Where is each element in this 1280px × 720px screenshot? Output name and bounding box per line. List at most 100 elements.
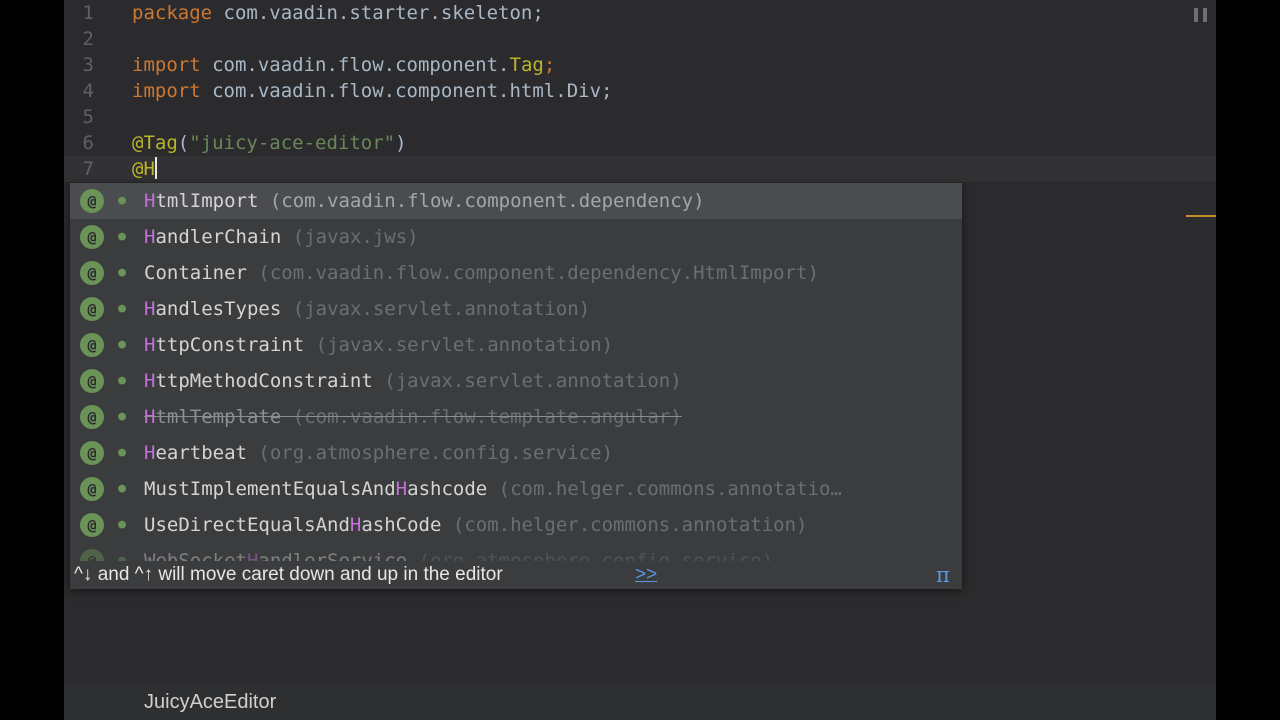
completion-item[interactable]: @ ● MustImplementEqualsAndHashcode (com.he… bbox=[70, 471, 962, 507]
completion-name-rest: ashCode bbox=[361, 514, 442, 536]
completion-name-match: H bbox=[246, 550, 259, 561]
code-text[interactable]: import com.vaadin.flow.component.html.Di… bbox=[132, 78, 612, 104]
completion-package: (com.vaadin.flow.component.dependency) bbox=[269, 190, 705, 212]
completion-name-rest: eartbeat bbox=[155, 442, 247, 464]
line-number: 6 bbox=[82, 132, 94, 154]
completion-name-rest: ttpMethodConstraint bbox=[155, 370, 373, 392]
public-leaf-icon: ● bbox=[118, 481, 126, 496]
completion-name-match: H bbox=[144, 334, 156, 356]
completion-name-match: H bbox=[144, 370, 156, 392]
completion-name-rest: andlerChain bbox=[155, 226, 282, 248]
completion-name-rest: andlesTypes bbox=[155, 298, 282, 320]
completion-item-label: Container (com.vaadin.flow.component.dep… bbox=[144, 255, 819, 291]
public-leaf-icon: ● bbox=[118, 193, 126, 208]
completion-package: (com.vaadin.flow.component.dependency.Ht… bbox=[258, 262, 819, 284]
code-token: package bbox=[132, 2, 213, 24]
code-line[interactable]: 6 @Tag("juicy-ace-editor") bbox=[64, 130, 1216, 156]
code-token: com.vaadin.starter.skeleton; bbox=[212, 2, 544, 24]
code-token: @H bbox=[132, 158, 155, 180]
public-leaf-icon: ● bbox=[118, 229, 126, 244]
scroll-marker bbox=[1186, 215, 1216, 217]
pause-icon[interactable] bbox=[1194, 8, 1208, 22]
completion-name-match: H bbox=[144, 226, 156, 248]
code-line[interactable]: 5 bbox=[64, 104, 1216, 130]
line-number: 1 bbox=[82, 2, 94, 24]
completion-package: (org.atmosphere.config.service) bbox=[418, 550, 774, 561]
completion-name-match: H bbox=[144, 298, 156, 320]
code-text[interactable]: import com.vaadin.flow.component.Tag; bbox=[132, 52, 555, 78]
public-leaf-icon: ● bbox=[118, 517, 126, 532]
completion-item[interactable]: @ ● Heartbeat (org.atmosphere.config.servi… bbox=[70, 435, 962, 471]
completion-name-rest: ttpConstraint bbox=[155, 334, 305, 356]
line-number: 4 bbox=[82, 80, 94, 102]
annotation-at-icon: @ bbox=[80, 369, 104, 393]
completion-item[interactable]: @ ● HandlerChain (javax.jws) bbox=[70, 219, 962, 255]
completion-item[interactable]: @ ● HandlesTypes (javax.servlet.annotation… bbox=[70, 291, 962, 327]
completion-hint-bar: ^↓ and ^↑ will move caret down and up in… bbox=[70, 561, 962, 589]
completion-package: (javax.servlet.annotation) bbox=[292, 298, 591, 320]
completion-package: (javax.servlet.annotation) bbox=[315, 334, 614, 356]
completion-package: (org.atmosphere.config.service) bbox=[258, 442, 614, 464]
code-token: ; bbox=[543, 54, 556, 76]
public-leaf-icon: ● bbox=[118, 301, 126, 316]
completion-item-label: HttpConstraint (javax.servlet.annotation… bbox=[144, 327, 613, 363]
annotation-at-icon: @ bbox=[80, 225, 104, 249]
completion-item-label: WebSocketHandlerService (org.atmosphere.… bbox=[144, 543, 773, 561]
completion-name-rest: andlerService bbox=[258, 550, 408, 561]
code-token: @Tag bbox=[132, 132, 178, 154]
completion-name-match: H bbox=[144, 442, 156, 464]
completion-item-label: HttpMethodConstraint (javax.servlet.anno… bbox=[144, 363, 682, 399]
completion-name-prefix: WebSocket bbox=[144, 550, 247, 561]
completion-item-label: HandlesTypes (javax.servlet.annotation) bbox=[144, 291, 590, 327]
hint-text: ^↓ and ^↑ will move caret down and up in… bbox=[74, 564, 503, 585]
hint-more-link[interactable]: >> bbox=[635, 564, 657, 586]
completion-item[interactable]: @ ● UseDirectEqualsAndHashCode (com.helger… bbox=[70, 507, 962, 543]
completion-name-rest: tmlImport bbox=[155, 190, 259, 212]
completion-item[interactable]: @ ● HttpConstraint (javax.servlet.annotati… bbox=[70, 327, 962, 363]
completion-name-prefix: Container bbox=[144, 262, 247, 284]
annotation-at-icon: @ bbox=[80, 513, 104, 537]
annotation-at-icon: @ bbox=[80, 549, 104, 561]
code-text[interactable]: @H bbox=[132, 156, 157, 182]
code-line[interactable]: 2 bbox=[64, 26, 1216, 52]
public-leaf-icon: ● bbox=[118, 553, 126, 561]
code-text[interactable]: package com.vaadin.starter.skeleton; bbox=[132, 0, 544, 26]
completion-package: (javax.jws) bbox=[292, 226, 419, 248]
completion-item[interactable]: @ ● WebSocketHandlerService (org.atmospher… bbox=[70, 543, 962, 561]
completion-popup[interactable]: @ ● HtmlImport (com.vaadin.flow.component.… bbox=[70, 183, 962, 589]
annotation-at-icon: @ bbox=[80, 477, 104, 501]
annotation-at-icon: @ bbox=[80, 297, 104, 321]
annotation-at-icon: @ bbox=[80, 189, 104, 213]
code-line[interactable]: 7 @H bbox=[64, 156, 1216, 182]
completion-name-match: H bbox=[144, 406, 156, 428]
completion-item[interactable]: @ ● HttpMethodConstraint (javax.servlet.an… bbox=[70, 363, 962, 399]
completion-package: (com.vaadin.flow.template.angular) bbox=[292, 406, 682, 428]
code-line[interactable]: 4 import com.vaadin.flow.component.html.D… bbox=[64, 78, 1216, 104]
completion-name-match: H bbox=[395, 478, 408, 500]
completion-item[interactable]: @ ● Container (com.vaadin.flow.component.d… bbox=[70, 255, 962, 291]
code-text[interactable]: @Tag("juicy-ace-editor") bbox=[132, 130, 407, 156]
code-line[interactable]: 1 package com.vaadin.starter.skeleton; bbox=[64, 0, 1216, 26]
code-line[interactable]: 3 import com.vaadin.flow.component.Tag; bbox=[64, 52, 1216, 78]
code-token: ) bbox=[395, 132, 407, 154]
completion-name-prefix: MustImplementEqualsAnd bbox=[144, 478, 396, 500]
pi-icon[interactable]: π bbox=[936, 563, 950, 587]
completion-item[interactable]: @ ● HtmlTemplate (com.vaadin.flow.template… bbox=[70, 399, 962, 435]
completion-name-match: H bbox=[349, 514, 362, 536]
line-number: 2 bbox=[82, 28, 94, 50]
completion-name-rest: tmlTemplate bbox=[155, 406, 282, 428]
completion-item[interactable]: @ ● HtmlImport (com.vaadin.flow.component.… bbox=[70, 183, 962, 219]
status-bar: JuicyAceEditor bbox=[64, 684, 1216, 720]
completion-item-label: UseDirectEqualsAndHashCode (com.helger.c… bbox=[144, 507, 808, 543]
status-file-name[interactable]: JuicyAceEditor bbox=[144, 691, 276, 714]
line-number: 5 bbox=[82, 106, 94, 128]
public-leaf-icon: ● bbox=[118, 409, 126, 424]
completion-item-label: MustImplementEqualsAndHashcode (com.helg… bbox=[144, 471, 842, 507]
completion-list[interactable]: @ ● HtmlImport (com.vaadin.flow.component.… bbox=[70, 183, 962, 561]
completion-item-label: Heartbeat (org.atmosphere.config.service… bbox=[144, 435, 613, 471]
annotation-at-icon: @ bbox=[80, 441, 104, 465]
code-token: Tag bbox=[509, 54, 544, 76]
public-leaf-icon: ● bbox=[118, 373, 126, 388]
completion-package: (com.helger.commons.annotation) bbox=[452, 514, 808, 536]
completion-name-rest: ashcode bbox=[407, 478, 488, 500]
